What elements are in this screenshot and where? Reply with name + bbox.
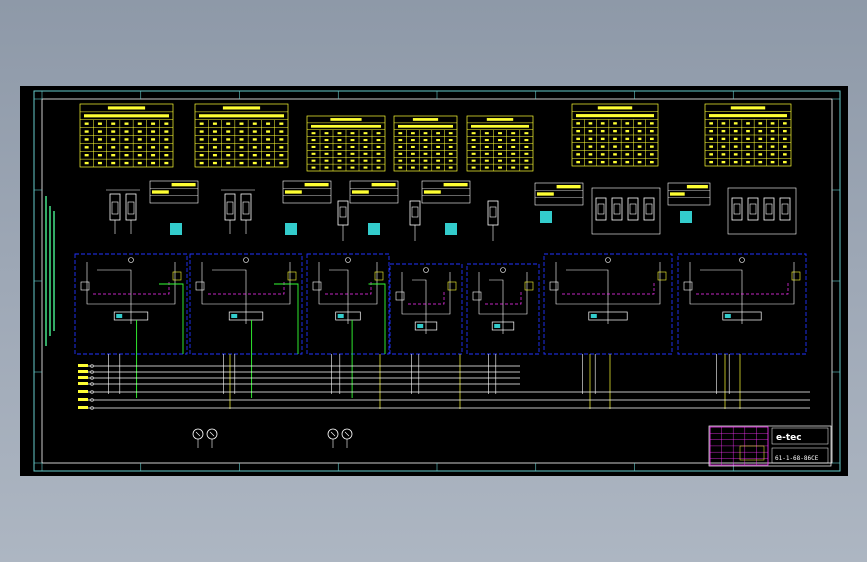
tag-table [667,182,711,206]
parameter-table [194,103,289,168]
valve-block [466,263,540,394]
sensor-box [680,211,692,223]
tag-table [534,182,584,206]
valve-blocks [74,253,807,409]
cylinder-icon [591,187,661,235]
title-block: e-tec 61-1-68-86CE [708,425,832,467]
tag-table [149,180,199,204]
valve-block [543,253,673,394]
tag-table [421,180,471,204]
left-notes [45,196,55,346]
hydraulic-schematic-drawing: e-tec 61-1-68-86CE [33,90,841,472]
sensor-box [170,223,182,235]
valve-block [389,263,463,394]
parameter-table [466,115,534,172]
parameter-table [393,115,458,172]
sensor-box [540,211,552,223]
gauge-group-1 [192,428,218,448]
gauge-group-2 [327,428,353,448]
sensor-box [285,223,297,235]
parameter-table [704,103,792,167]
supply-bus-lines [78,364,810,410]
tag-table [282,180,332,204]
tag-table [349,180,399,204]
parameter-table [306,115,386,172]
sensor-box [368,223,380,235]
drawing-number: 61-1-68-86CE [775,455,819,462]
cylinder-icon [221,189,255,234]
parameter-table [79,103,174,168]
valve-block [306,253,390,398]
cad-viewport[interactable]: e-tec 61-1-68-86CE [20,86,848,476]
parameter-tables [79,103,792,235]
sensor-box [445,223,457,235]
cylinder-icon [106,189,140,234]
cylinder-icon [487,200,499,241]
valve-block [677,253,807,394]
parameter-table [571,103,659,167]
cylinder-icon [409,200,421,241]
company-logo: e-tec [776,433,802,443]
cylinder-icon [727,187,797,235]
valve-block [189,253,303,398]
cylinder-icon [337,200,349,241]
